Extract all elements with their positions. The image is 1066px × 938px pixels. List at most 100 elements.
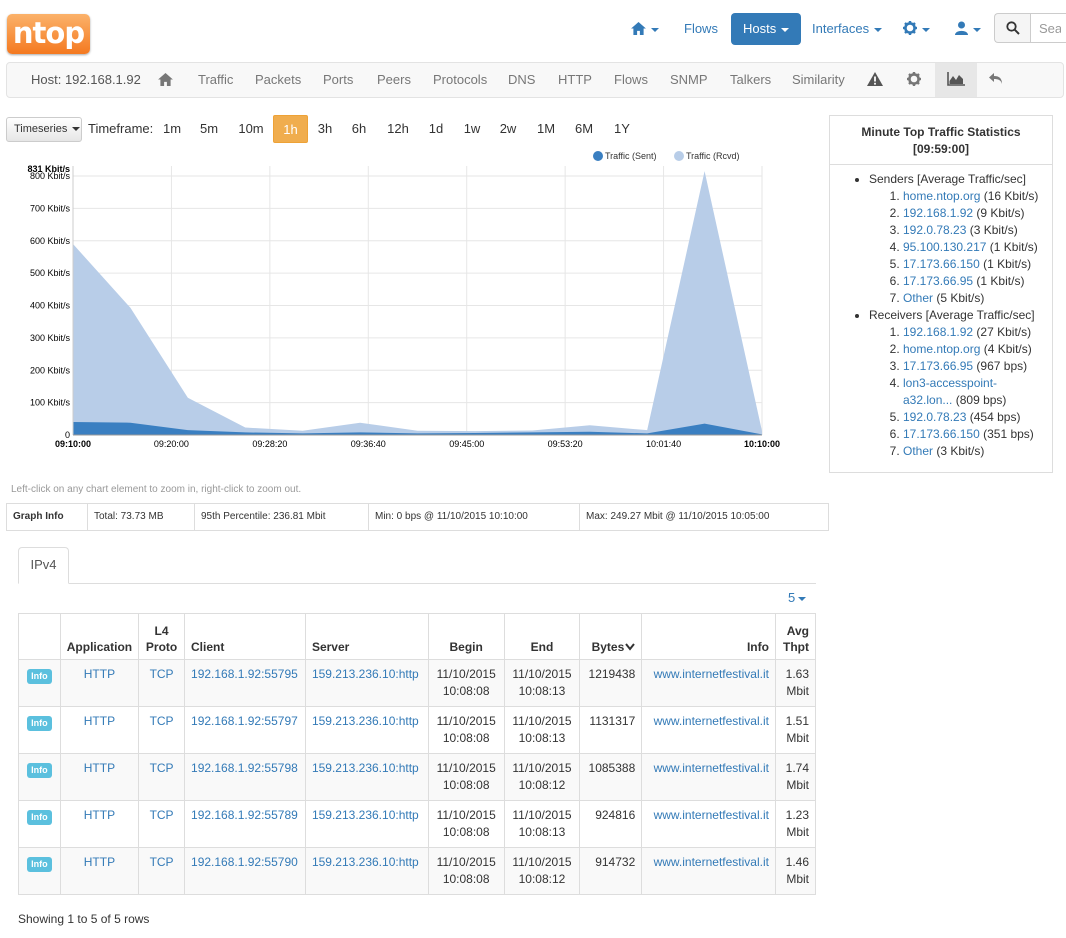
thpt-unit: Mbit (786, 872, 809, 886)
timeframe-10m[interactable]: 10m (233, 115, 269, 143)
col-end[interactable]: End (503, 613, 581, 660)
host-tab-dns[interactable]: DNS (508, 63, 535, 97)
receiver-host-link[interactable]: 192.0.78.23 (903, 410, 966, 424)
table-footer-count: Showing 1 to 5 of 5 rows (18, 912, 150, 926)
info-button[interactable]: Info (27, 810, 52, 825)
server-link[interactable]: 159.213.236.10:http (312, 667, 419, 681)
timeframe-6h[interactable]: 6h (345, 115, 373, 143)
protocol-link[interactable]: TCP (150, 808, 174, 822)
application-link[interactable]: HTTP (84, 855, 115, 869)
sender-host-link[interactable]: home.ntop.org (903, 189, 980, 203)
application-link[interactable]: HTTP (84, 714, 115, 728)
col-server[interactable]: Server (304, 613, 429, 660)
user-menu[interactable] (943, 13, 993, 45)
info-url-link[interactable]: www.internetfestival.it (654, 808, 769, 822)
receiver-host-link[interactable]: 17.173.66.95 (903, 359, 973, 373)
sender-host-link[interactable]: 192.168.1.92 (903, 206, 973, 220)
info-url-link[interactable]: www.internetfestival.it (654, 714, 769, 728)
col-l4proto[interactable]: L4 Proto (138, 613, 186, 660)
host-tab-ports[interactable]: Ports (323, 63, 353, 97)
client-link[interactable]: 192.168.1.92:55797 (191, 714, 298, 728)
timeframe-1h[interactable]: 1h (273, 115, 308, 143)
info-url-link[interactable]: www.internetfestival.it (654, 855, 769, 869)
client-link[interactable]: 192.168.1.92:55798 (191, 761, 298, 775)
protocol-link[interactable]: TCP (150, 855, 174, 869)
server-link[interactable]: 159.213.236.10:http (312, 808, 419, 822)
search-input[interactable] (1030, 13, 1066, 43)
col-bytes[interactable]: Bytes (579, 613, 643, 660)
host-tab-talkers[interactable]: Talkers (730, 63, 771, 97)
col-client[interactable]: Client (184, 613, 306, 660)
protocol-link[interactable]: TCP (150, 667, 174, 681)
sender-host-link[interactable]: 192.0.78.23 (903, 223, 966, 237)
timeseries-dropdown[interactable]: Timeseries (6, 117, 82, 142)
client-link[interactable]: 192.168.1.92:55795 (191, 667, 298, 681)
ntop-logo[interactable]: ntop (7, 14, 90, 54)
info-button[interactable]: Info (27, 669, 52, 684)
application-link[interactable]: HTTP (84, 667, 115, 681)
settings-menu[interactable] (891, 13, 942, 45)
search-button[interactable] (994, 13, 1030, 43)
host-alerts-link[interactable] (867, 63, 883, 97)
info-url-link[interactable]: www.internetfestival.it (654, 761, 769, 775)
col-begin[interactable]: Begin (427, 613, 505, 660)
nav-interfaces[interactable]: Interfaces (800, 13, 894, 45)
traffic-chart[interactable]: 0100 Kbit/s200 Kbit/s300 Kbit/s400 Kbit/… (0, 145, 800, 465)
nav-flows[interactable]: Flows (672, 13, 730, 45)
application-link[interactable]: HTTP (84, 808, 115, 822)
protocol-link[interactable]: TCP (150, 714, 174, 728)
client-link[interactable]: 192.168.1.92:55790 (191, 855, 298, 869)
protocol-link[interactable]: TCP (150, 761, 174, 775)
timeframe-1w[interactable]: 1w (458, 115, 486, 143)
receiver-host-link[interactable]: 17.173.66.150 (903, 427, 980, 441)
host-home-link[interactable] (158, 63, 173, 97)
host-tab-similarity[interactable]: Similarity (792, 63, 845, 97)
receiver-host-link[interactable]: Other (903, 444, 933, 458)
server-link[interactable]: 159.213.236.10:http (312, 761, 419, 775)
timeframe-2w[interactable]: 2w (494, 115, 522, 143)
server-link[interactable]: 159.213.236.10:http (312, 714, 419, 728)
server-link[interactable]: 159.213.236.10:http (312, 855, 419, 869)
timeframe-12h[interactable]: 12h (382, 115, 414, 143)
host-tab-traffic[interactable]: Traffic (198, 63, 233, 97)
tab-divider (18, 583, 816, 584)
host-tab-http[interactable]: HTTP (558, 63, 592, 97)
sender-host-link[interactable]: 17.173.66.95 (903, 274, 973, 288)
timeframe-1Y[interactable]: 1Y (608, 115, 636, 143)
timeframe-5m[interactable]: 5m (195, 115, 223, 143)
info-button[interactable]: Info (27, 763, 52, 778)
info-button[interactable]: Info (27, 857, 52, 872)
page-size-dropdown[interactable]: 5 (788, 590, 807, 605)
receiver-host-link[interactable]: home.ntop.org (903, 342, 980, 356)
host-tab-snmp[interactable]: SNMP (670, 63, 708, 97)
nav-hosts[interactable]: Hosts (731, 13, 802, 45)
col-avg-thpt[interactable]: Avg Thpt (774, 613, 817, 660)
tab-ipv4[interactable]: IPv4 (18, 547, 69, 584)
sender-host-link[interactable]: 95.100.130.217 (903, 240, 986, 254)
chevron-down-icon (874, 27, 883, 32)
sender-host-link[interactable]: 17.173.66.150 (903, 257, 980, 271)
host-tab-flows[interactable]: Flows (614, 63, 648, 97)
host-historical-link[interactable] (935, 63, 977, 97)
col-info[interactable]: Info (641, 613, 776, 660)
host-tab-peers[interactable]: Peers (377, 63, 411, 97)
home-menu[interactable] (619, 13, 671, 45)
client-link[interactable]: 192.168.1.92:55789 (191, 808, 298, 822)
series-area-rcvd[interactable] (73, 171, 762, 435)
info-button[interactable]: Info (27, 716, 52, 731)
timeframe-1m[interactable]: 1m (158, 115, 186, 143)
host-config-link[interactable] (907, 63, 921, 97)
timeframe-3h[interactable]: 3h (311, 115, 339, 143)
host-back-link[interactable] (989, 63, 1003, 97)
timeframe-1M[interactable]: 1M (532, 115, 560, 143)
application-link[interactable]: HTTP (84, 761, 115, 775)
host-tab-packets[interactable]: Packets (255, 63, 301, 97)
sender-host-link[interactable]: Other (903, 291, 933, 305)
info-url-link[interactable]: www.internetfestival.it (654, 667, 769, 681)
y-tick-label: 500 Kbit/s (30, 268, 71, 278)
host-tab-protocols[interactable]: Protocols (433, 63, 487, 97)
receiver-host-link[interactable]: 192.168.1.92 (903, 325, 973, 339)
timeframe-6M[interactable]: 6M (570, 115, 598, 143)
timeframe-1d[interactable]: 1d (422, 115, 450, 143)
col-application[interactable]: Application (59, 613, 140, 660)
